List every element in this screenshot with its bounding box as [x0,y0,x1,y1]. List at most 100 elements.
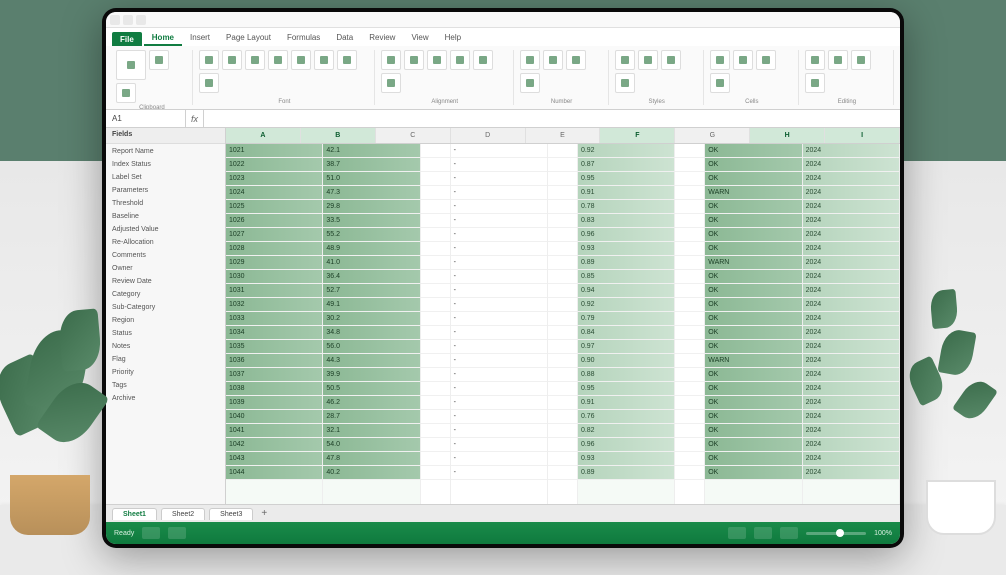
cell[interactable]: 1026 [226,214,322,228]
cell[interactable] [548,270,577,284]
cell[interactable] [675,368,704,382]
name-box[interactable]: A1 [106,110,186,127]
cell[interactable]: 48.9 [323,242,419,256]
ribbon-button[interactable] [222,50,242,70]
cell[interactable] [548,200,577,214]
cell[interactable]: - [451,452,547,466]
cell[interactable] [548,382,577,396]
column-header[interactable]: G [675,128,750,143]
ribbon-button[interactable] [427,50,447,70]
cell[interactable] [421,242,450,256]
cell[interactable] [548,298,577,312]
cell[interactable]: 41.0 [323,256,419,270]
sheet-tab[interactable]: Sheet1 [112,508,157,520]
cell[interactable]: - [451,438,547,452]
grid-column[interactable] [421,144,451,504]
cell[interactable]: 36.4 [323,270,419,284]
ribbon-button[interactable] [851,50,871,70]
cell[interactable]: 0.78 [578,200,674,214]
ribbon-button[interactable] [566,50,586,70]
ribbon-button[interactable] [199,50,219,70]
cell[interactable] [548,326,577,340]
cell[interactable]: 2024 [803,228,899,242]
cell[interactable] [675,200,704,214]
cell[interactable]: 2024 [803,424,899,438]
cell[interactable]: 32.1 [323,424,419,438]
cell[interactable] [675,144,704,158]
sidebar-item[interactable]: Parameters [106,183,225,196]
cell[interactable]: OK [705,172,801,186]
column-header[interactable]: H [750,128,825,143]
cell[interactable]: 28.7 [323,410,419,424]
cell[interactable]: 1039 [226,396,322,410]
cell[interactable]: 1037 [226,368,322,382]
ribbon-button[interactable] [291,50,311,70]
cell[interactable] [421,256,450,270]
cell[interactable]: OK [705,144,801,158]
ribbon-button[interactable] [199,73,219,93]
cell[interactable]: 33.5 [323,214,419,228]
cell[interactable]: OK [705,382,801,396]
column-header[interactable]: I [825,128,900,143]
ribbon-button[interactable] [314,50,334,70]
cell[interactable]: 1031 [226,284,322,298]
cell[interactable] [675,228,704,242]
grid-column[interactable]: 2024202420242024202420242024202420242024… [803,144,900,504]
cell[interactable]: 0.79 [578,312,674,326]
cell[interactable]: 2024 [803,144,899,158]
cell[interactable]: OK [705,298,801,312]
cell[interactable]: 1030 [226,270,322,284]
cell[interactable]: OK [705,284,801,298]
cell[interactable] [675,298,704,312]
sidebar-item[interactable]: Region [106,313,225,326]
cell[interactable] [675,354,704,368]
cell[interactable]: 51.0 [323,172,419,186]
spreadsheet-grid[interactable]: ABCDEFGHI 102110221023102410251026102710… [226,128,900,504]
cell[interactable]: - [451,298,547,312]
cell[interactable]: OK [705,326,801,340]
cell[interactable]: - [451,354,547,368]
cell[interactable]: 2024 [803,466,899,480]
cell[interactable]: 2024 [803,452,899,466]
ribbon-button[interactable] [116,50,146,80]
cell[interactable] [548,144,577,158]
ribbon-button[interactable] [245,50,265,70]
cell[interactable]: 54.0 [323,438,419,452]
cell[interactable]: - [451,214,547,228]
cell[interactable]: WARN [705,256,801,270]
cell[interactable]: OK [705,312,801,326]
cell[interactable] [421,396,450,410]
cell[interactable]: 39.9 [323,368,419,382]
cell[interactable]: 2024 [803,242,899,256]
cell[interactable]: 2024 [803,396,899,410]
cell[interactable]: OK [705,340,801,354]
cell[interactable]: 0.96 [578,438,674,452]
tab-review[interactable]: Review [361,30,403,46]
ribbon-button[interactable] [450,50,470,70]
cell[interactable]: 2024 [803,186,899,200]
zoom-slider[interactable] [806,532,866,535]
sidebar-item[interactable]: Category [106,287,225,300]
cell[interactable] [675,284,704,298]
ribbon-button[interactable] [710,50,730,70]
sidebar-item[interactable]: Threshold [106,196,225,209]
cell[interactable]: OK [705,424,801,438]
cell[interactable] [421,298,450,312]
ribbon-button[interactable] [805,50,825,70]
cell[interactable]: - [451,340,547,354]
cell[interactable] [548,312,577,326]
cell[interactable]: 2024 [803,326,899,340]
ribbon-button[interactable] [149,50,169,70]
cell[interactable]: 1033 [226,312,322,326]
view-break-icon[interactable] [780,527,798,539]
cell[interactable]: OK [705,410,801,424]
grid-column[interactable]: 42.138.751.047.329.833.555.248.941.036.4… [323,144,420,504]
sidebar-item[interactable]: Adjusted Value [106,222,225,235]
cell[interactable]: OK [705,368,801,382]
cell[interactable]: 1029 [226,256,322,270]
cell[interactable]: 29.8 [323,200,419,214]
cell[interactable] [421,186,450,200]
cell[interactable] [421,340,450,354]
cell[interactable]: 2024 [803,200,899,214]
formula-input[interactable] [204,110,900,127]
